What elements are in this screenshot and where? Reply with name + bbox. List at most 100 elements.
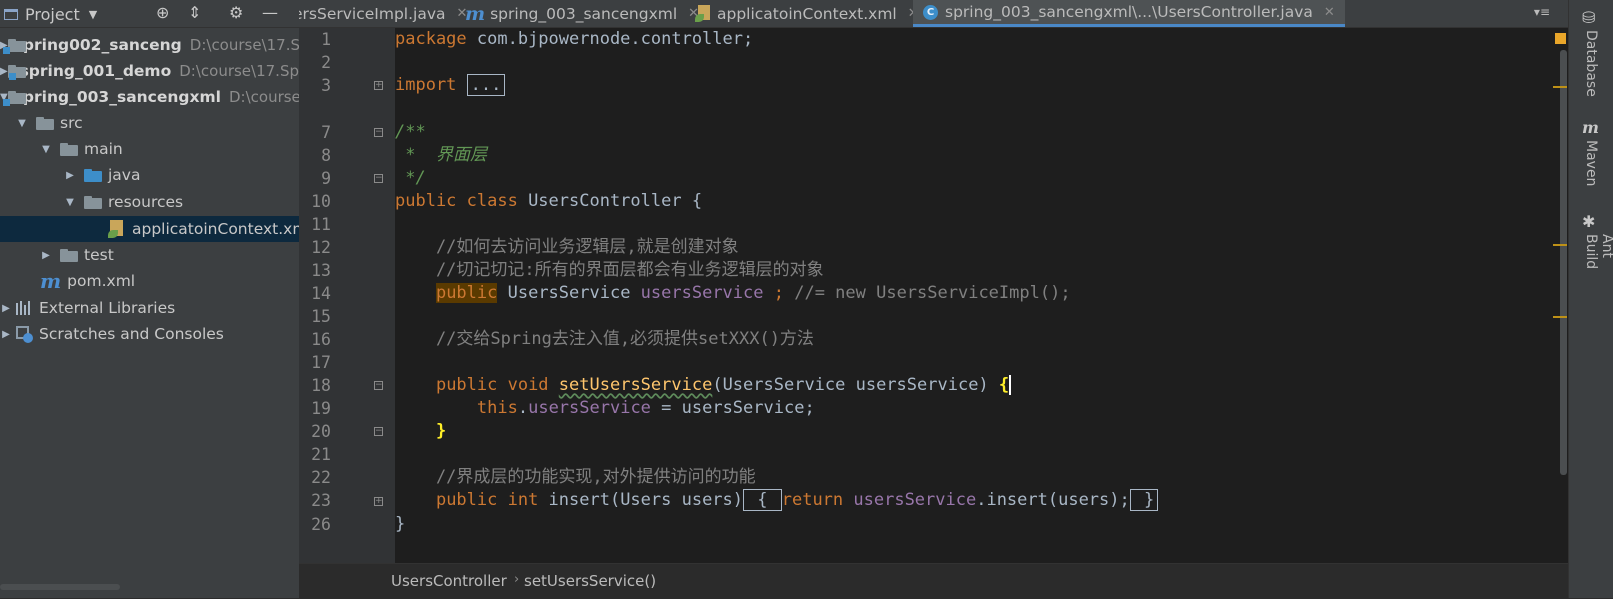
code-line-12: //如何去访问业务逻辑层,就是创建对象 (395, 236, 1568, 259)
hide-icon[interactable]: — (262, 4, 278, 22)
line-number: 15 (311, 307, 331, 326)
line-number: 21 (311, 445, 331, 464)
line-number: 14 (311, 284, 331, 303)
tree-item-applicatoincontext-xml[interactable]: applicatoinContext.xm (0, 216, 299, 242)
fold-expand-icon[interactable]: + (374, 81, 383, 90)
horizontal-scrollbar[interactable] (0, 584, 120, 590)
fold-end-icon[interactable]: − (374, 427, 383, 436)
library-icon (16, 301, 33, 315)
error-stripe-mark[interactable] (1553, 316, 1567, 318)
scratches-icon (16, 325, 33, 343)
chevron-right-icon[interactable]: ▶ (0, 66, 8, 77)
chevron-down-icon[interactable]: ▼ (64, 197, 76, 208)
line-number: 7 (321, 123, 331, 142)
tree-item-test[interactable]: ▶ test (0, 242, 299, 268)
fold-collapse-icon[interactable]: − (374, 381, 383, 390)
tab-label: spring_003_sancengxml (490, 4, 678, 23)
project-panel: Project ▼ ⊕ ⇕ ⚙ — ▶ spring002_sanceng D:… (0, 0, 299, 598)
maven-icon: m (40, 269, 62, 293)
tab-spring-003-pom[interactable]: m spring_003_sancengxml ✕ (465, 0, 699, 27)
folder-icon (36, 116, 54, 130)
code-line-9: */ (395, 167, 1568, 190)
tab-usersserviceimpl[interactable]: ersServiceImpl.java ✕ (299, 0, 467, 27)
tree-item-resources[interactable]: ▼ resources (0, 189, 299, 215)
fold-end-icon[interactable]: − (374, 174, 383, 183)
chevron-down-icon[interactable]: ▼ (40, 144, 52, 155)
scrollbar-thumb[interactable] (1560, 50, 1567, 475)
line-number: 12 (311, 238, 331, 257)
code-text: com.bjpowernode.controller; (466, 29, 754, 49)
gear-icon[interactable]: ⚙ (229, 4, 243, 22)
tree-item-path: D:\course\17.S (189, 36, 299, 54)
close-icon[interactable]: ✕ (1324, 5, 1335, 20)
line-comment: //= new UsersServiceImpl(); (794, 283, 1071, 303)
source-folder-icon (84, 168, 102, 182)
line-comment: //如何去访问业务逻辑层,就是创建对象 (395, 237, 739, 257)
code-line-7: /** (395, 121, 1568, 144)
tree-item-external-libraries[interactable]: ▶ External Libraries (0, 295, 299, 321)
tree-item-spring002-sanceng[interactable]: ▶ spring002_sanceng D:\course\17.S (0, 32, 299, 58)
fold-collapse-icon[interactable]: − (374, 128, 383, 137)
field-name: usersService (640, 283, 764, 303)
folded-block-close[interactable]: } (1129, 489, 1159, 511)
method-name: setUsersService (558, 375, 713, 395)
breadcrumb-class[interactable]: UsersController (391, 572, 507, 590)
locate-icon[interactable]: ⊕ (156, 4, 169, 22)
chevron-right-icon[interactable]: ▶ (64, 170, 76, 181)
chevron-right-icon[interactable]: ▶ (0, 329, 12, 340)
line-comment: //切记切记:所有的界面层都会有业务逻辑层的对象 (395, 260, 824, 280)
tree-item-spring-001-demo[interactable]: ▶ spring_001_demo D:\course\17.Sp (0, 58, 299, 84)
ant-icon: ✱ (1582, 212, 1596, 231)
maven-icon: m (1582, 118, 1599, 137)
class-icon: C (923, 4, 938, 20)
tree-item-scratches[interactable]: ▶ Scratches and Consoles (0, 321, 299, 347)
tree-item-src[interactable]: ▼ src (0, 110, 299, 136)
fold-expand-icon[interactable]: + (374, 497, 383, 506)
warning-indicator-icon[interactable] (1555, 33, 1566, 44)
breadcrumb: UsersController › setUsersService() (299, 563, 1568, 599)
code-text: insert(Users users) (538, 490, 744, 510)
collapse-all-icon[interactable]: ⇕ (188, 4, 201, 22)
vertical-scrollbar[interactable] (1558, 28, 1568, 563)
tree-item-label: test (84, 246, 114, 264)
project-view-selector[interactable]: Project ▼ (4, 4, 97, 24)
code-text: } (395, 514, 406, 534)
tab-label: spring_003_sancengxml\...\UsersControlle… (945, 3, 1313, 21)
field-name: usersService (853, 490, 977, 510)
tab-overflow-icon[interactable]: ▾≡ (1534, 5, 1550, 19)
field-name: usersService (528, 398, 651, 418)
line-number: 10 (311, 192, 331, 211)
breadcrumb-method[interactable]: setUsersService() (524, 572, 656, 590)
error-stripe-mark[interactable] (1553, 86, 1567, 88)
keyword: this (476, 398, 518, 418)
tree-item-label: resources (108, 193, 184, 211)
tab-applicatoincontext-xml[interactable]: applicatoinContext.xml ✕ (695, 0, 919, 27)
matched-brace: { (998, 375, 1010, 395)
xml-file-icon (108, 220, 126, 238)
keyword: package (395, 29, 467, 49)
folded-imports[interactable]: ... (466, 74, 506, 96)
error-stripe-mark[interactable] (1553, 244, 1567, 246)
keyword-highlighted: public (435, 283, 498, 303)
tree-item-java[interactable]: ▶ java (0, 162, 299, 188)
code-editor[interactable]: package com.bjpowernode.controller; impo… (395, 28, 1568, 563)
tree-item-main[interactable]: ▼ main (0, 136, 299, 162)
tab-userscontroller-java[interactable]: C spring_003_sancengxml\...\UsersControl… (913, 0, 1345, 27)
tree-item-pom-xml[interactable]: m pom.xml (0, 268, 299, 294)
code-line-8: * 界面层 (395, 144, 1568, 167)
line-number: 22 (311, 468, 331, 487)
code-line-14: public UsersService usersService ; //= n… (395, 282, 1568, 305)
chevron-down-icon[interactable]: ▼ (16, 118, 28, 129)
line-number: 23 (311, 491, 331, 510)
tree-item-spring-003-sancengxml[interactable]: ▼ spring_003_sancengxml D:\course (0, 84, 299, 110)
folded-block-open[interactable]: { (743, 489, 782, 511)
tab-label: ersServiceImpl.java (299, 4, 446, 23)
code-text: . (517, 398, 529, 418)
line-number: 18 (311, 376, 331, 395)
resources-folder-icon (84, 195, 102, 209)
chevron-right-icon[interactable]: ▶ (0, 303, 12, 314)
tree-item-label: spring_003_sancengxml (13, 88, 221, 106)
tree-item-path: D:\course\17.Sp (179, 62, 299, 80)
line-number: 13 (311, 261, 331, 280)
chevron-right-icon[interactable]: ▶ (40, 250, 52, 261)
